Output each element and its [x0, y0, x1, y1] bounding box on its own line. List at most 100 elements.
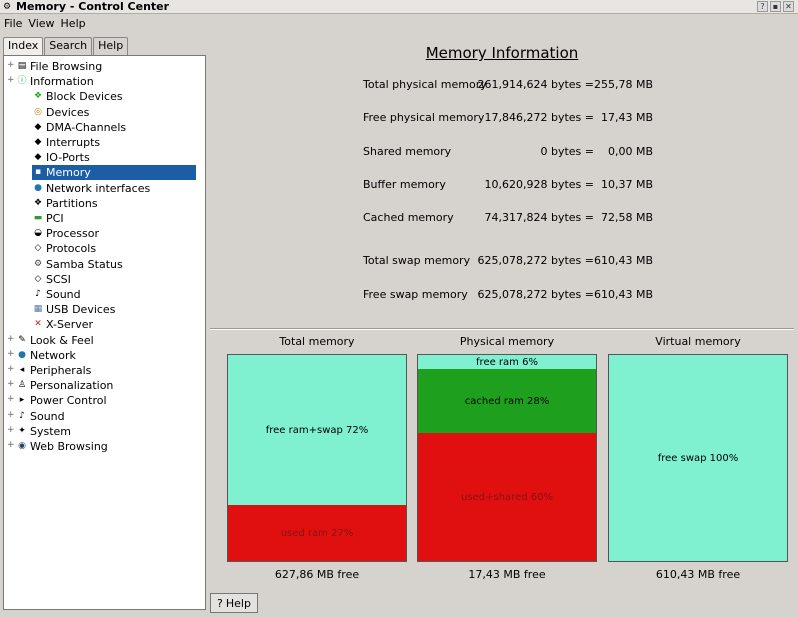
module-tree[interactable]: + ▤ File Browsing + ⓘ Information ❖ Block Devic… — [3, 55, 206, 610]
scsi-icon: ◇ — [34, 273, 42, 284]
sound-icon: ♪ — [35, 289, 41, 299]
memory-label: Free physical memory — [363, 111, 485, 124]
tree-expander[interactable]: + — [7, 334, 15, 344]
tree-expander[interactable]: + — [7, 379, 15, 389]
tree-item[interactable]: ● Network interfaces — [32, 181, 150, 196]
tree-item[interactable]: ▬ PCI — [32, 211, 64, 226]
tree-item[interactable]: ◉ Web Browsing — [16, 439, 108, 454]
tree-item[interactable]: ✕ X-Server — [32, 317, 93, 332]
tree-item-label: Memory — [46, 166, 91, 180]
graph-free-label: 610,43 MB free — [655, 568, 741, 581]
graph-segment: free swap 100% — [609, 355, 787, 561]
tree-expander[interactable]: + — [7, 410, 15, 420]
tree-expander[interactable]: + — [7, 440, 15, 450]
tree-item-label: Power Control — [30, 394, 107, 408]
memory-bytes: 74,317,824 bytes = — [484, 211, 595, 224]
tree-item[interactable]: ✦ System — [16, 424, 71, 439]
memory-info-row: Shared memory 0 bytes = 0,00 MB — [210, 145, 794, 159]
tree-expander[interactable]: + — [7, 349, 15, 359]
tree-item[interactable]: ▸ Power Control — [16, 393, 107, 408]
memory-label: Shared memory — [363, 145, 452, 158]
tree-item-label: Protocols — [46, 242, 97, 256]
tree-expander[interactable]: + — [7, 394, 15, 404]
tree-item-label: Block Devices — [46, 90, 123, 104]
graph-title: Physical memory — [459, 335, 555, 348]
tab-help[interactable]: Help — [93, 37, 129, 55]
sound-icon: ♪ — [19, 410, 25, 421]
window-controls: ? ▪ ✕ — [757, 1, 794, 12]
memory-icon: ▪ — [34, 167, 42, 178]
tree-item-label: Network — [30, 348, 76, 362]
protocols-icon: ◇ — [34, 243, 42, 254]
tree-expander[interactable]: + — [7, 75, 15, 85]
network-icon: ● — [18, 349, 26, 360]
tree-item[interactable]: ◇ SCSI — [32, 272, 71, 287]
tree-item-label: Network interfaces — [46, 181, 151, 195]
memory-graph: free ram+swap 72% used ram 27% — [227, 354, 407, 562]
tree-item[interactable]: ♪ Sound — [16, 409, 65, 424]
tree-item-label: File Browsing — [30, 60, 103, 73]
tree-item[interactable]: ▦ USB Devices — [32, 302, 116, 317]
memory-info-row: Free physical memory 17,846,272 bytes = 17… — [210, 111, 794, 125]
tree-item[interactable]: ♪ Sound — [32, 287, 81, 302]
navigation-tabs: Index Search Help — [3, 37, 206, 55]
tree-item[interactable]: ▤ File Browsing — [16, 59, 102, 74]
tree-item[interactable]: ◂ Peripherals — [16, 363, 92, 378]
graph-segment-label: used+shared 60% — [461, 491, 553, 503]
bottom-bar: ? Help — [210, 593, 794, 615]
memory-info-row: Free swap memory 625,078,272 bytes = 610,4… — [210, 288, 794, 302]
tree-item[interactable]: ▪ Memory — [32, 165, 196, 181]
graph-segment: free ram+swap 72% — [228, 355, 406, 505]
tab-index[interactable]: Index — [3, 37, 44, 55]
tree-item-label: Sound — [30, 409, 65, 423]
graph-title: Total memory — [279, 335, 355, 348]
memory-bytes: 17,846,272 bytes = — [484, 111, 595, 124]
graph-free-label: 627,86 MB free — [274, 568, 360, 581]
memory-mb: 0,00 MB — [607, 145, 653, 158]
menu-file[interactable]: File — [4, 17, 22, 30]
tree-item-label: Sound — [46, 288, 81, 301]
graph-segment-label: used ram 27% — [280, 527, 354, 539]
tab-search[interactable]: Search — [44, 37, 93, 55]
tree-item[interactable]: ♙ Personalization — [16, 378, 113, 393]
tree-item[interactable]: ⚙ Samba Status — [32, 257, 123, 272]
tree-item-label: Partitions — [46, 196, 98, 210]
page-title: Memory Information — [425, 44, 579, 62]
memory-info-row: Buffer memory 10,620,928 bytes = 10,37 MB — [210, 178, 794, 192]
memory-label: Total physical memory — [363, 78, 487, 91]
help-button[interactable]: ? Help — [210, 593, 258, 613]
pci-icon: ▬ — [33, 213, 43, 223]
tree-item[interactable]: ◆ IO-Ports — [32, 150, 90, 165]
tree-expander[interactable]: + — [7, 364, 15, 374]
close-icon[interactable]: ✕ — [783, 1, 794, 12]
help-window-icon[interactable]: ? — [757, 1, 768, 12]
tree-item[interactable]: ◆ Interrupts — [32, 135, 101, 150]
graph-segment-label: free swap 100% — [657, 452, 739, 464]
tree-item[interactable]: ◆ DMA-Channels — [32, 120, 127, 135]
minimize-icon[interactable]: ▪ — [770, 1, 781, 12]
help-icon: ? — [217, 596, 223, 610]
tree-item[interactable]: ✎ Look & Feel — [16, 333, 93, 348]
tree-item-label: X-Server — [46, 318, 94, 332]
tree-item[interactable]: ❖ Partitions — [32, 196, 98, 211]
look-feel-icon: ✎ — [18, 334, 26, 345]
memory-bytes: 10,620,928 bytes = — [484, 178, 595, 191]
menu-help[interactable]: Help — [61, 17, 86, 30]
memory-panel: Memory Information Total physical memory… — [210, 37, 794, 591]
tree-item[interactable]: ● Network — [16, 348, 76, 363]
graph-segment-label: free ram 6% — [476, 356, 538, 368]
tree-item[interactable]: ⓘ Information — [16, 74, 93, 89]
tree-item[interactable]: ◇ Protocols — [32, 241, 97, 256]
tree-item[interactable]: ◒ Processor — [32, 226, 99, 241]
tree-expander[interactable]: + — [7, 425, 15, 435]
tree-item[interactable]: ◎ Devices — [32, 105, 89, 120]
menu-view[interactable]: View — [28, 17, 54, 30]
folder-icon: ▤ — [17, 61, 27, 71]
graph-segment-label: cached ram 28% — [464, 395, 550, 407]
x-server-icon: ✕ — [34, 319, 42, 330]
tree-item-label: Devices — [46, 105, 90, 119]
web-icon: ◉ — [18, 441, 26, 451]
samba-icon: ⚙ — [33, 258, 43, 269]
tree-expander[interactable]: + — [7, 60, 15, 70]
tree-item[interactable]: ❖ Block Devices — [32, 89, 123, 104]
